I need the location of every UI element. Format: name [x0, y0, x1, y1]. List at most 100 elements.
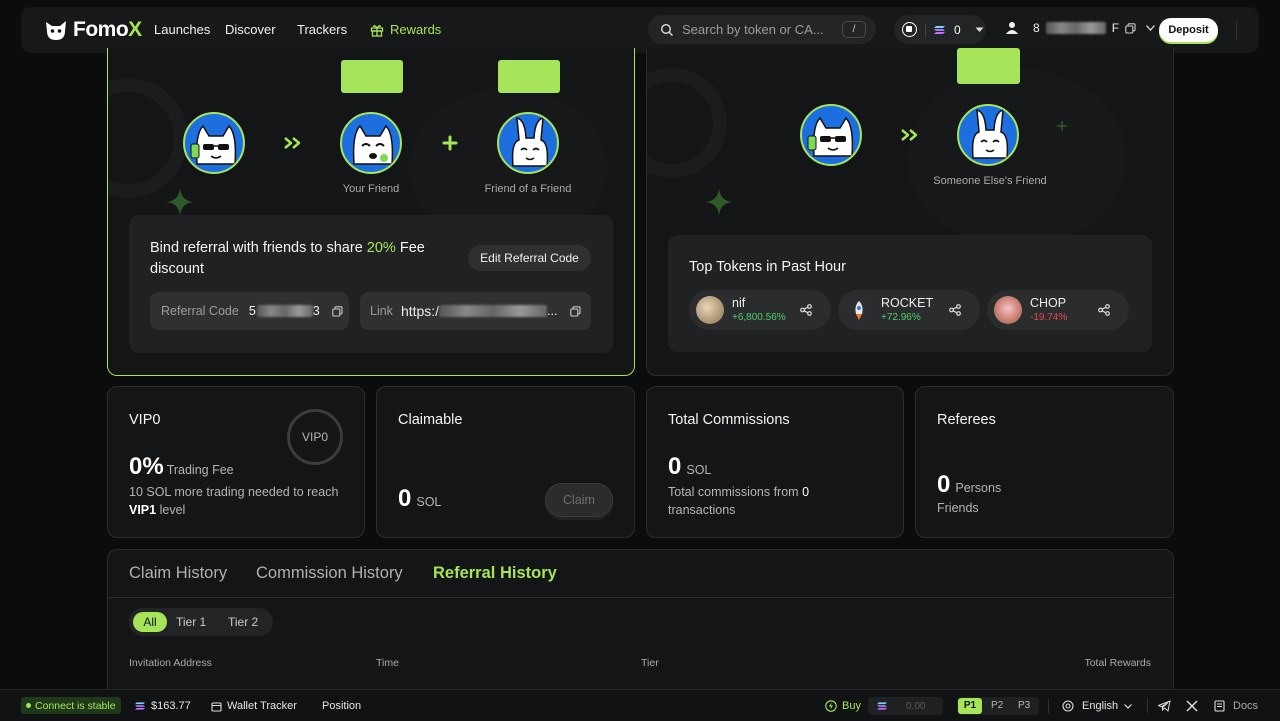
divider	[108, 597, 1173, 598]
preset-p3[interactable]: P3	[1018, 700, 1030, 711]
position-button[interactable]: Position	[322, 700, 361, 712]
filter-all[interactable]: All	[133, 612, 167, 632]
filter-tier-2[interactable]: Tier 2	[228, 615, 258, 629]
preset-p1[interactable]: P1	[958, 698, 982, 714]
sol-balance: 0	[954, 22, 961, 37]
token-logo	[994, 296, 1022, 324]
background-decoration	[907, 68, 1127, 248]
token-name: nif	[732, 296, 746, 310]
telegram-icon[interactable]	[1158, 700, 1171, 712]
account-menu[interactable]: 8 F	[1005, 21, 1156, 35]
referral-code-redacted	[256, 305, 313, 317]
top-navigation-bar: FomoX Launches Discover Trackers Rewards…	[21, 7, 1259, 53]
token-change: +6,800.56%	[732, 312, 786, 323]
copy-icon[interactable]	[569, 305, 581, 317]
search-input[interactable]	[682, 22, 832, 37]
commissions-amount: 0 SOL	[668, 453, 712, 480]
status-dot-icon	[26, 703, 31, 708]
token-name: CHOP	[1030, 296, 1067, 310]
referral-panel: Your Friend Friend of a Friend Bind refe…	[107, 48, 635, 376]
account-address-redacted	[1045, 22, 1106, 34]
friend-avatar	[340, 112, 402, 174]
logo-text: FomoX	[73, 18, 142, 41]
wallet-tracker-button[interactable]: Wallet Tracker	[211, 700, 297, 712]
wallet-icon	[211, 701, 222, 712]
user-avatar	[183, 112, 245, 174]
referral-link-redacted	[439, 305, 548, 317]
x-twitter-icon[interactable]	[1186, 700, 1198, 712]
token-name: ROCKET	[881, 296, 934, 310]
claimable-amount: 0 SOL	[398, 485, 442, 512]
someone-else-friend-avatar	[957, 104, 1019, 166]
double-arrow-icon	[901, 129, 918, 141]
status-bar: Connect is stable $163.77 Wallet Tracker…	[0, 689, 1280, 721]
tab-referral-history[interactable]: Referral History	[433, 564, 557, 583]
trading-fee-unit: Trading Fee	[166, 463, 234, 477]
column-total-rewards: Total Rewards	[1084, 657, 1151, 669]
wallet-icon	[902, 22, 917, 37]
referral-code-field: Referral Code 5 3	[150, 292, 349, 330]
rocket-icon	[855, 301, 863, 320]
docs-link[interactable]: Docs	[1214, 700, 1258, 712]
claim-button[interactable]: Claim	[545, 483, 613, 517]
document-icon	[1214, 700, 1225, 712]
sparkle-icon	[166, 188, 194, 216]
token-item-rocket[interactable]: ROCKET +72.96%	[838, 290, 980, 330]
solana-icon	[135, 702, 146, 710]
nav-trackers[interactable]: Trackers	[297, 22, 347, 37]
vip-title: VIP0	[129, 412, 161, 428]
token-logo	[696, 296, 724, 324]
your-friend-caption: Your Friend	[342, 183, 400, 195]
account-address-suffix: F	[1111, 21, 1120, 35]
sparkle-icon	[705, 188, 733, 216]
vip-level-badge: VIP0	[287, 409, 343, 465]
vip-trading-fee: 0% Trading Fee	[129, 453, 234, 481]
search-shortcut-key: /	[842, 21, 866, 38]
cat-logo-icon	[46, 21, 66, 40]
search-box[interactable]: /	[648, 15, 876, 44]
token-change: -19.74%	[1030, 312, 1068, 323]
footer-balance[interactable]: $163.77	[135, 700, 191, 712]
token-item-nif[interactable]: nif +6,800.56%	[689, 290, 831, 330]
plus-decoration-icon	[1057, 121, 1067, 131]
commissions-note: Total commissions from 0 transactions	[668, 485, 810, 517]
connection-status: Connect is stable	[21, 697, 121, 714]
copy-icon[interactable]	[1125, 22, 1136, 34]
total-commissions-card: Total Commissions 0 SOL Total commission…	[646, 386, 904, 538]
divider	[1236, 21, 1237, 39]
filter-tier-1[interactable]: Tier 1	[176, 615, 206, 629]
deposit-button[interactable]: Deposit	[1159, 18, 1218, 42]
referral-code-label: Referral Code	[161, 304, 239, 318]
tab-commission-history[interactable]: Commission History	[256, 564, 403, 583]
share-icon[interactable]	[800, 304, 812, 316]
nav-discover[interactable]: Discover	[225, 22, 276, 37]
divider	[1048, 699, 1049, 713]
buy-button[interactable]: Buy	[825, 700, 861, 712]
someone-else-friend-caption: Someone Else's Friend	[933, 175, 1047, 187]
copy-icon[interactable]	[331, 305, 343, 317]
chevron-down-icon	[1124, 703, 1133, 709]
edit-referral-code-button[interactable]: Edit Referral Code	[468, 245, 591, 271]
claimable-card: Claimable 0 SOL Claim	[376, 386, 635, 538]
buy-amount-input[interactable]: 0.00	[868, 697, 943, 715]
referees-count: 0 Persons	[937, 471, 1002, 498]
nav-launches[interactable]: Launches	[154, 22, 210, 37]
link-label: Link	[370, 304, 393, 318]
tab-claim-history[interactable]: Claim History	[129, 564, 227, 583]
token-change: +72.96%	[881, 312, 921, 323]
top-tokens-card: Top Tokens in Past Hour nif +6,800.56% R…	[668, 235, 1152, 352]
language-selector[interactable]: English	[1062, 700, 1133, 712]
preset-selector: P1 P2 P3	[957, 697, 1039, 715]
fomox-logo[interactable]: FomoX	[43, 16, 142, 44]
share-icon[interactable]	[1098, 304, 1110, 316]
solana-icon	[877, 702, 888, 710]
chevron-down-icon	[1146, 25, 1156, 31]
share-icon[interactable]	[949, 304, 961, 316]
referral-description: Bind referral with friends to share 20% …	[150, 240, 425, 277]
nav-rewards[interactable]: Rewards	[370, 22, 441, 37]
token-item-chop[interactable]: CHOP -19.74%	[987, 290, 1129, 330]
tier-bar	[341, 60, 403, 93]
preset-p2[interactable]: P2	[991, 700, 1003, 711]
wallet-selector[interactable]: 0	[894, 15, 986, 44]
lightning-icon	[825, 700, 837, 712]
